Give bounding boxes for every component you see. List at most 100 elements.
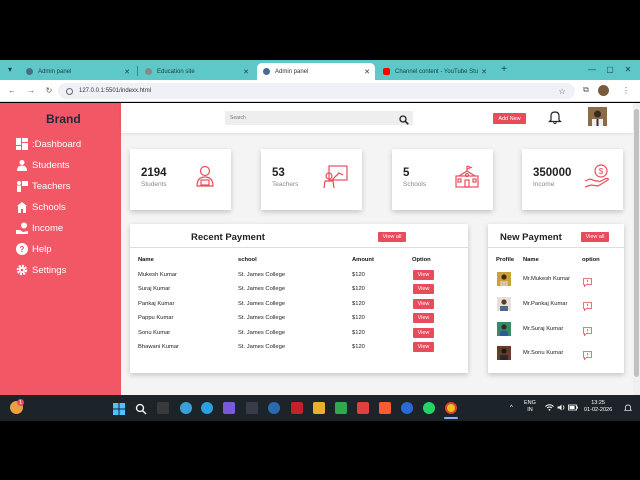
forward-icon[interactable]: →	[25, 84, 37, 96]
close-tab-icon[interactable]: ✕	[124, 68, 130, 76]
close-tab-icon[interactable]: ✕	[364, 68, 370, 76]
money-hand-icon: $	[584, 163, 610, 189]
telegram-icon[interactable]	[201, 402, 213, 414]
youtube-icon	[383, 68, 390, 75]
page-scrollbar-thumb[interactable]	[634, 109, 639, 377]
sidebar: Brand :Dashboard Students Teachers Schoo…	[0, 103, 121, 395]
minimize-icon[interactable]: —	[584, 62, 600, 76]
message-alert-icon[interactable]	[583, 274, 592, 288]
close-window-icon[interactable]: ✕	[620, 62, 636, 76]
brand-logo-text: Brand	[46, 112, 81, 126]
view-button[interactable]: View	[413, 299, 434, 309]
mcafee-icon[interactable]	[291, 402, 303, 414]
recent-payment-panel: Recent Payment View all Name school Amou…	[130, 224, 468, 373]
view-button[interactable]: View	[413, 270, 434, 280]
browser-tab-1[interactable]: Admin panel ✕	[20, 63, 135, 80]
hp-icon[interactable]	[268, 402, 280, 414]
income-icon	[16, 222, 28, 234]
user-avatar[interactable]	[588, 107, 607, 126]
panel-divider	[488, 247, 624, 248]
sidebar-item-income[interactable]: Income	[16, 220, 63, 236]
cell-name: Pankaj Kumar	[138, 301, 175, 307]
task-view-icon[interactable]	[157, 402, 169, 414]
cell-name: Mr.Suraj Kumar	[523, 326, 564, 332]
cell-name: Sonu Kumar	[138, 330, 171, 336]
view-button[interactable]: View	[413, 342, 434, 352]
view-button[interactable]: View	[413, 313, 434, 323]
tray-overflow-icon[interactable]: ^	[510, 405, 513, 412]
sidebar-item-settings[interactable]: Settings	[16, 262, 66, 278]
wifi-icon[interactable]	[545, 404, 554, 414]
tab-divider	[137, 66, 138, 76]
cell-amount: $120	[352, 272, 365, 278]
browser-tab-4[interactable]: Channel content - YouTube Stu ✕	[377, 63, 492, 80]
new-tab-button[interactable]: +	[496, 62, 512, 76]
stat-value: 53	[272, 167, 285, 179]
sidebar-item-label: Income	[32, 222, 64, 234]
browser-tab-2[interactable]: Education site ✕	[139, 63, 254, 80]
svg-text:$: $	[599, 167, 604, 176]
sidebar-item-students[interactable]: Students	[16, 157, 70, 173]
view-button[interactable]: View	[413, 284, 434, 294]
search-icon[interactable]	[135, 402, 147, 415]
clock[interactable]: 13:25 01-02-2026	[584, 400, 612, 414]
tab-search-icon[interactable]: ▾	[2, 62, 18, 76]
language-indicator[interactable]: ENG IN	[524, 400, 536, 414]
back-icon[interactable]: ←	[6, 84, 18, 96]
view-button[interactable]: View	[413, 328, 434, 338]
profile-avatar	[497, 272, 511, 286]
student-icon	[192, 163, 218, 189]
copilot-icon[interactable]	[223, 402, 235, 414]
cell-school: St. James College	[238, 344, 286, 350]
apps-icon[interactable]	[246, 402, 258, 414]
search-icon[interactable]	[399, 112, 409, 125]
tab-favicon	[263, 68, 270, 75]
store-icon[interactable]	[335, 402, 347, 414]
column-header-name: Name	[138, 257, 154, 263]
vscode-icon[interactable]	[401, 402, 413, 414]
menu-dots-icon[interactable]: ⋮	[620, 84, 632, 96]
cell-name: Pappu Kumar	[138, 315, 174, 321]
browser-tab-3-active[interactable]: Admin panel ✕	[257, 63, 375, 80]
browser-tab-strip: ▾ Admin panel ✕ Education site ✕ Admin p…	[0, 60, 640, 80]
volume-icon[interactable]	[557, 404, 566, 414]
message-alert-icon[interactable]	[583, 347, 592, 361]
maximize-icon[interactable]: ▢	[602, 62, 618, 76]
close-tab-icon[interactable]: ✕	[481, 68, 487, 76]
address-bar[interactable]: 127.0.0.1:5501/indexx.html	[58, 83, 575, 99]
extensions-icon[interactable]: ⧉	[580, 84, 592, 96]
weather-icon[interactable]	[180, 402, 192, 414]
sidebar-item-help[interactable]: ? Help	[16, 241, 52, 257]
view-all-button[interactable]: View all	[581, 232, 609, 242]
battery-icon[interactable]	[568, 404, 578, 414]
tab-title: Admin panel	[38, 68, 72, 75]
file-explorer-icon[interactable]	[313, 402, 325, 414]
teacher-board-icon	[323, 163, 349, 189]
column-header-option: option	[582, 257, 600, 263]
panel-title: Recent Payment	[191, 232, 265, 243]
photos-icon[interactable]	[357, 402, 369, 414]
reload-icon[interactable]: ↻	[43, 84, 55, 96]
message-alert-icon[interactable]	[583, 298, 592, 312]
teachers-icon	[16, 180, 28, 192]
notifications-bell-icon[interactable]	[623, 404, 633, 415]
search-input[interactable]	[225, 111, 413, 125]
site-info-icon[interactable]	[66, 87, 73, 95]
sidebar-item-teachers[interactable]: Teachers	[16, 178, 71, 194]
profile-avatar[interactable]	[598, 85, 609, 96]
view-all-button[interactable]: View all	[378, 232, 406, 242]
chrome-icon[interactable]	[445, 402, 457, 414]
bookmark-star-icon[interactable]: ☆	[556, 85, 568, 97]
start-windows-icon[interactable]	[113, 402, 125, 415]
stat-label: Income	[533, 181, 555, 188]
sidebar-item-dashboard[interactable]: :Dashboard	[16, 136, 81, 152]
message-alert-icon[interactable]	[583, 323, 592, 337]
bell-icon[interactable]	[548, 110, 562, 125]
close-tab-icon[interactable]: ✕	[243, 68, 249, 76]
cell-amount: $120	[352, 344, 365, 350]
sidebar-item-schools[interactable]: Schools	[16, 199, 66, 215]
add-new-button[interactable]: Add New	[493, 113, 526, 124]
profile-avatar	[497, 346, 511, 360]
whatsapp-icon[interactable]	[423, 402, 435, 414]
brave-icon[interactable]	[379, 402, 391, 414]
